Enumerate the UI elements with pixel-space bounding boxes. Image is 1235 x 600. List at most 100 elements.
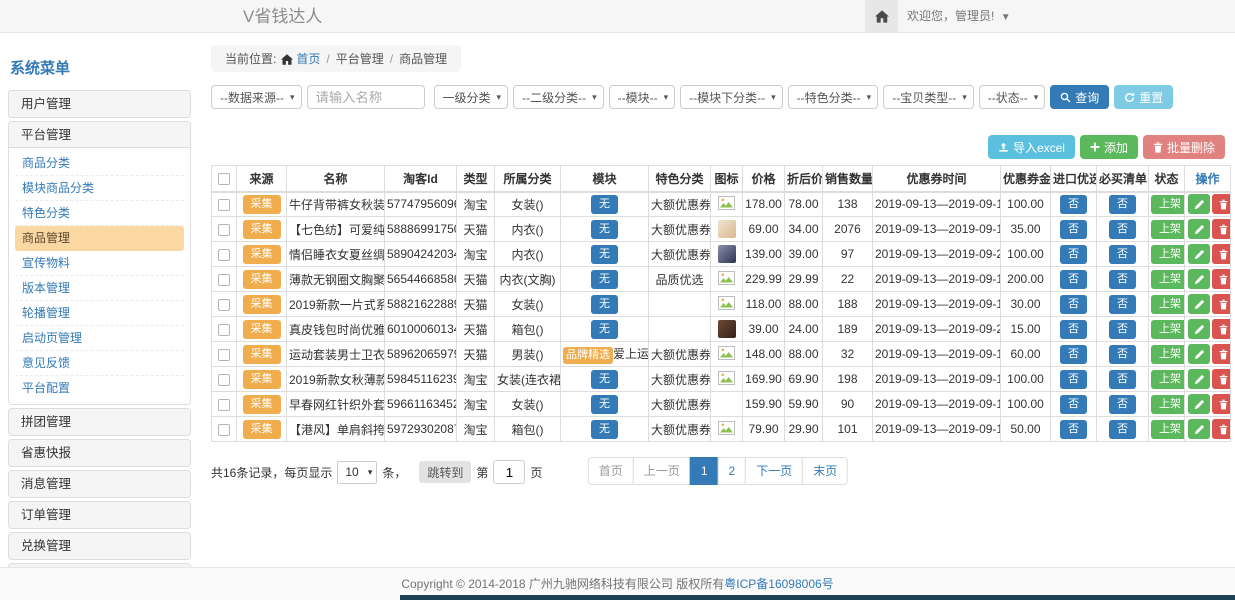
status-badge[interactable]: 上架: [1151, 295, 1185, 314]
status-badge[interactable]: 上架: [1151, 420, 1185, 439]
name-search-input[interactable]: [307, 85, 425, 109]
pager-item[interactable]: 上一页: [633, 457, 691, 485]
import-select-toggle[interactable]: 否: [1060, 195, 1087, 214]
row-checkbox[interactable]: [218, 299, 230, 311]
import-excel-button[interactable]: 导入excel: [988, 135, 1075, 159]
must-buy-toggle[interactable]: 否: [1109, 370, 1136, 389]
edit-button[interactable]: [1188, 294, 1210, 314]
edit-button[interactable]: [1188, 419, 1210, 439]
delete-button[interactable]: [1212, 194, 1231, 214]
sidebar-item[interactable]: 宣传物料: [15, 251, 184, 276]
sidebar-item[interactable]: 特色分类: [15, 201, 184, 226]
delete-button[interactable]: [1212, 244, 1231, 264]
import-select-toggle[interactable]: 否: [1060, 420, 1087, 439]
page-number-input[interactable]: [493, 460, 525, 484]
sidebar-item[interactable]: 意见反馈: [15, 351, 184, 376]
row-checkbox[interactable]: [218, 349, 230, 361]
edit-button[interactable]: [1188, 319, 1210, 339]
row-checkbox[interactable]: [218, 224, 230, 236]
filter-select[interactable]: --数据来源--▾: [211, 85, 302, 109]
delete-button[interactable]: [1212, 319, 1231, 339]
row-checkbox[interactable]: [218, 249, 230, 261]
breadcrumb-home-link[interactable]: 首页: [296, 52, 320, 66]
row-checkbox[interactable]: [218, 399, 230, 411]
sidebar-item[interactable]: 商品分类: [15, 151, 184, 176]
delete-button[interactable]: [1212, 344, 1231, 364]
module-badge[interactable]: 无: [591, 320, 618, 339]
sidebar-group[interactable]: 订单管理: [9, 502, 190, 528]
status-badge[interactable]: 上架: [1151, 270, 1185, 289]
jump-button[interactable]: 跳转到: [419, 461, 471, 483]
delete-button[interactable]: [1212, 269, 1231, 289]
pager-item[interactable]: 2: [718, 457, 747, 485]
sidebar-item[interactable]: 启动页管理: [15, 326, 184, 351]
import-select-toggle[interactable]: 否: [1060, 245, 1087, 264]
sidebar-item[interactable]: 平台配置: [15, 376, 184, 401]
pager-item[interactable]: 末页: [802, 457, 848, 485]
row-checkbox[interactable]: [218, 424, 230, 436]
status-badge[interactable]: 上架: [1151, 220, 1185, 239]
edit-button[interactable]: [1188, 344, 1210, 364]
must-buy-toggle[interactable]: 否: [1109, 420, 1136, 439]
status-badge[interactable]: 上架: [1151, 370, 1185, 389]
home-button[interactable]: [865, 0, 898, 32]
module-badge[interactable]: 品牌精选: [563, 347, 613, 364]
must-buy-toggle[interactable]: 否: [1109, 245, 1136, 264]
sidebar-item[interactable]: 轮播管理: [15, 301, 184, 326]
edit-button[interactable]: [1188, 269, 1210, 289]
edit-button[interactable]: [1188, 244, 1210, 264]
sidebar-group[interactable]: 兑换管理: [9, 533, 190, 559]
sidebar-group[interactable]: 消息管理: [9, 471, 190, 497]
row-checkbox[interactable]: [218, 324, 230, 336]
module-badge[interactable]: 无: [591, 220, 618, 239]
must-buy-toggle[interactable]: 否: [1109, 195, 1136, 214]
filter-select[interactable]: --二级分类--▾: [513, 85, 604, 109]
filter-select[interactable]: --模块下分类--▾: [680, 85, 783, 109]
import-select-toggle[interactable]: 否: [1060, 295, 1087, 314]
delete-button[interactable]: [1212, 394, 1231, 414]
import-select-toggle[interactable]: 否: [1060, 220, 1087, 239]
edit-button[interactable]: [1188, 369, 1210, 389]
must-buy-toggle[interactable]: 否: [1109, 345, 1136, 364]
module-badge[interactable]: 无: [591, 270, 618, 289]
filter-select[interactable]: --状态--▾: [979, 85, 1046, 109]
module-badge[interactable]: 无: [591, 370, 618, 389]
edit-button[interactable]: [1188, 394, 1210, 414]
per-page-select[interactable]: 10▾: [337, 461, 377, 484]
delete-button[interactable]: [1212, 369, 1231, 389]
sidebar-group[interactable]: 平台管理: [9, 122, 190, 148]
batch-delete-button[interactable]: 批量删除: [1143, 135, 1225, 159]
sidebar-item[interactable]: 商品管理: [15, 226, 184, 251]
delete-button[interactable]: [1212, 419, 1231, 439]
status-badge[interactable]: 上架: [1151, 320, 1185, 339]
user-menu[interactable]: 欢迎您，管理员! ▼: [907, 0, 1011, 34]
row-checkbox[interactable]: [218, 274, 230, 286]
sidebar-group[interactable]: 省惠快报: [9, 440, 190, 466]
row-checkbox[interactable]: [218, 374, 230, 386]
filter-select[interactable]: --特色分类--▾: [788, 85, 879, 109]
reset-button[interactable]: 重置: [1114, 85, 1173, 109]
sidebar-group[interactable]: 用户管理: [9, 91, 190, 117]
edit-button[interactable]: [1188, 194, 1210, 214]
must-buy-toggle[interactable]: 否: [1109, 320, 1136, 339]
pager-item[interactable]: 1: [690, 457, 719, 485]
module-badge[interactable]: 无: [591, 245, 618, 264]
status-badge[interactable]: 上架: [1151, 195, 1185, 214]
select-all-checkbox[interactable]: [218, 173, 230, 185]
delete-button[interactable]: [1212, 294, 1231, 314]
status-badge[interactable]: 上架: [1151, 395, 1185, 414]
sidebar-item[interactable]: 版本管理: [15, 276, 184, 301]
must-buy-toggle[interactable]: 否: [1109, 220, 1136, 239]
search-button[interactable]: 查询: [1050, 85, 1109, 109]
status-badge[interactable]: 上架: [1151, 345, 1185, 364]
module-badge[interactable]: 无: [591, 420, 618, 439]
must-buy-toggle[interactable]: 否: [1109, 295, 1136, 314]
pager-item[interactable]: 下一页: [745, 457, 803, 485]
import-select-toggle[interactable]: 否: [1060, 370, 1087, 389]
add-button[interactable]: 添加: [1080, 135, 1138, 159]
module-badge[interactable]: 无: [591, 395, 618, 414]
edit-button[interactable]: [1188, 219, 1210, 239]
row-checkbox[interactable]: [218, 199, 230, 211]
filter-select[interactable]: --模块--▾: [609, 85, 676, 109]
import-select-toggle[interactable]: 否: [1060, 320, 1087, 339]
